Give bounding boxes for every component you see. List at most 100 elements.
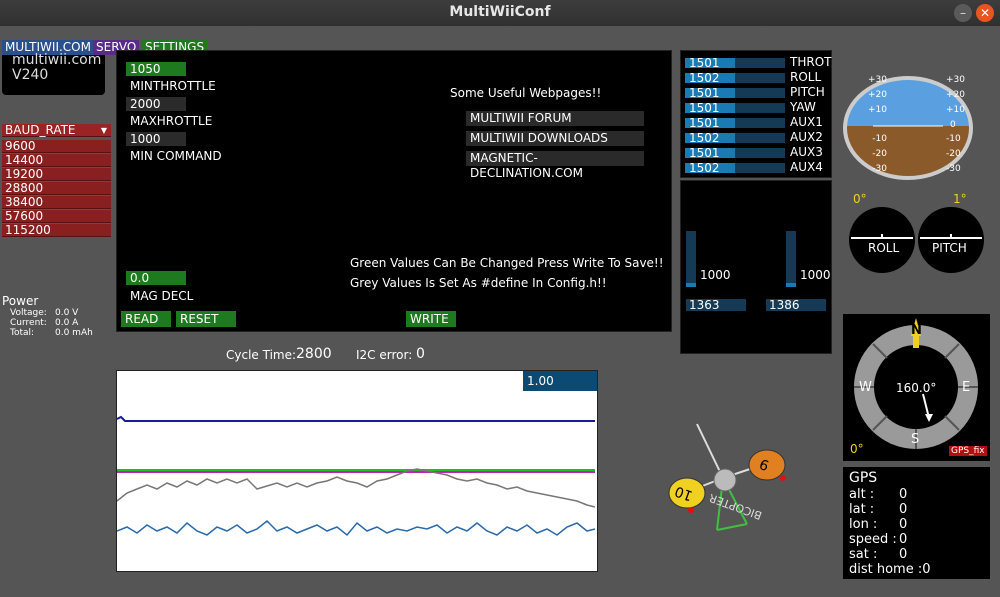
motor-left-bar [686,231,696,287]
gps-lat-label: lat : [849,502,875,517]
compass-west: W [859,380,872,395]
compass-north: N [911,323,922,338]
baud-rate-dropdown[interactable]: BAUD_RATE ▼ [2,124,111,137]
rc-channel-value: 1501 [689,116,720,130]
voltage-value: 0.0 V [55,308,79,318]
baud-option[interactable]: 14400 [2,154,111,167]
compass-heading: 160.0° [896,381,937,395]
magdecl-value[interactable]: 0.0 [126,271,186,285]
cycle-time-value: 2800 [296,346,332,362]
motor-right-fill [786,283,796,287]
gps-fix-badge: GPS_fix [949,446,987,456]
baud-option[interactable]: 9600 [2,140,111,153]
mincommand-value: 1000 [126,132,186,146]
compass-offset: 0° [850,442,864,456]
gps-alt-value: 0 [899,487,908,502]
gps-lon-value: 0 [899,517,908,532]
write-button[interactable]: WRITE [406,311,456,327]
horizon-tick: -20 [946,149,961,159]
close-icon[interactable]: ✕ [976,4,994,22]
gps-speed-label: speed : [849,532,897,547]
note-grey: Grey Values Is Set As #define In Config.… [350,276,607,290]
gps-dist: dist home :0 [849,562,931,577]
magdecl-label: MAG DECL [130,289,194,303]
gps-speed: speed :0 [849,532,907,547]
motor-right-bar [786,231,796,287]
cycle-time-label: Cycle Time: [226,348,297,362]
rc-channel-bar: 1501 [685,116,785,130]
rc-channel-name: AUX4 [790,160,823,174]
horizon-tick: -10 [946,134,961,144]
gps-lon: lon : 0 [849,517,907,532]
rc-channel-name: AUX1 [790,115,823,129]
horizon-scale-right-lower: -10 -20 -30 [946,132,966,177]
roll-label: ROLL [868,241,900,255]
bicopter-model [668,423,786,531]
link-multiwii-downloads[interactable]: MULTIWII DOWNLOADS [466,131,644,146]
gps-lon-label: lon : [849,517,878,532]
rc-channel-name: ROLL [790,70,822,84]
rc-channel-bar: 1502 [685,161,785,175]
baud-option[interactable]: 57600 [2,210,111,223]
compass-east: E [962,380,971,395]
graph-line-blue [117,415,595,422]
minthrottle-value[interactable]: 1050 [126,62,186,76]
rc-channel-name: AUX3 [790,145,823,159]
horizon-tick: -20 [872,149,887,159]
servo-right-value: 1386 [766,299,826,311]
read-button[interactable]: READ [121,311,171,327]
graph-scale[interactable]: 1.00 [523,371,597,391]
rc-channel-name: AUX2 [790,130,823,144]
i2c-error-label: I2C error: [356,348,413,362]
link-magnetic-declination[interactable]: MAGNETIC-DECLINATION.COM [466,151,644,180]
rc-channel-bar: 1501 [685,101,785,115]
current-value: 0.0 A [55,318,79,328]
maxthrottle-value: 2000 [126,97,186,111]
gps-dist-value: 0 [922,562,931,577]
logo-version: V240 [12,67,49,83]
rc-channel-bar: 1501 [685,56,785,70]
logo-site: multiwii.com [12,52,102,68]
horizon-tick: -30 [946,164,961,174]
baud-option[interactable]: 19200 [2,168,111,181]
rc-channel-bar: 1502 [685,71,785,85]
rc-channel-bar: 1502 [685,131,785,145]
gps-lat-value: 0 [899,502,908,517]
gps-title: GPS [849,470,878,486]
baud-option[interactable]: 115200 [2,224,111,237]
baud-option[interactable]: 38400 [2,196,111,209]
power-readout: Voltage: 0.0 V Current: 0.0 A Total: 0.0 mA… [10,308,93,338]
horizon-tick: +20 [946,90,965,100]
horizon-scale-right: +30 +20 +10 [946,73,966,118]
horizon-scale-left-lower: -10 -20 -30 [867,132,887,177]
roll-pitch-gauges [849,207,984,273]
gps-sat-label: sat : [849,547,878,562]
motor-left-value: 1000 [700,268,731,282]
logo[interactable]: multiwii.com V240 [2,52,105,95]
horizon-tick: +10 [868,105,887,115]
rc-channel-value: 1501 [689,86,720,100]
useful-webpages-title: Some Useful Webpages!! [450,86,602,100]
horizon-zero: 0 [950,120,956,130]
gps-sat: sat : 0 [849,547,907,562]
rc-channel-value: 1502 [689,161,720,175]
rc-channel-name: YAW [790,100,816,114]
link-multiwii-forum[interactable]: MULTIWII FORUM [466,111,644,126]
gps-lat: lat : 0 [849,502,907,517]
baud-option[interactable]: 28800 [2,182,111,195]
rc-channel-name: THROT [790,55,832,69]
graph-lines [117,415,596,537]
reset-button[interactable]: RESET [176,311,236,327]
motor-panel [680,180,832,354]
horizon-tick: +20 [868,90,887,100]
baud-rate-header: BAUD_RATE [5,123,76,137]
motor-left-fill [686,283,696,287]
minimize-icon[interactable]: – [954,4,972,22]
graph-line-grey [117,468,596,508]
horizon-tick: -10 [872,134,887,144]
mincommand-label: MIN COMMAND [130,149,222,163]
rc-channel-value: 1501 [689,56,720,70]
rc-channel-bar: 1501 [685,86,785,100]
compass-south: S [911,432,920,447]
window-titlebar: MultiWiiConf – ✕ [0,0,1000,27]
